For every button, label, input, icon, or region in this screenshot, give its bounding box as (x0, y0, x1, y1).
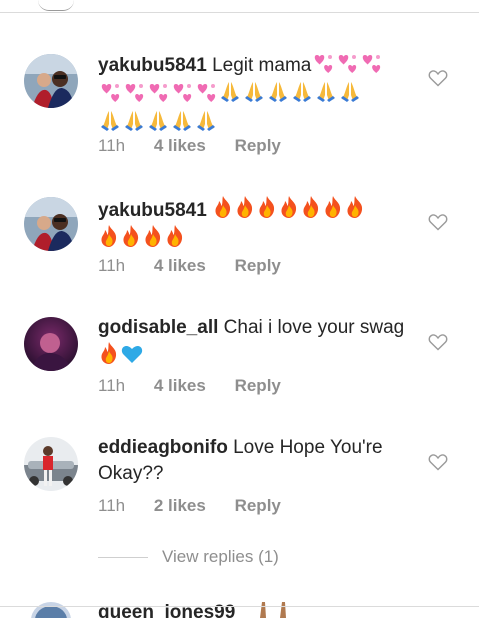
fire-emoji-icon (237, 196, 253, 218)
fire-emoji-icon (101, 225, 117, 247)
comment-likes[interactable]: 4 likes (154, 376, 206, 395)
fire-emoji-icon (215, 196, 231, 218)
comment-text: yakubu5841 Legit mama (98, 52, 418, 137)
avatar[interactable] (30, 600, 72, 618)
blue-heart-emoji-icon (121, 346, 143, 363)
pray-emoji-icon (221, 82, 239, 102)
emoji-row (98, 111, 218, 134)
view-replies-label[interactable]: View replies (1) (162, 547, 279, 567)
pray-emoji-icon (293, 82, 311, 102)
comment-likes[interactable]: 2 likes (154, 496, 206, 515)
hearts-emoji-icon (149, 84, 168, 102)
comment-text: yakubu5841 (98, 195, 418, 253)
pray-emoji-icon (317, 82, 335, 102)
comment-text: eddieagbonifo Love Hope You're Okay?? (98, 435, 418, 487)
comment-text: godisable_all Chai i love your swag (98, 315, 418, 370)
comment-username[interactable]: yakubu5841 (98, 55, 207, 76)
comment-time: 11h (98, 256, 126, 275)
reply-button[interactable]: Reply (235, 496, 281, 515)
comment-time: 11h (98, 496, 126, 515)
pray-emoji-icon (197, 111, 215, 131)
hearts-emoji-icon (363, 55, 381, 73)
hearts-emoji-icon (101, 84, 120, 102)
fire-emoji-icon (281, 196, 297, 218)
hearts-emoji-icon (315, 55, 333, 73)
fire-emoji-icon (123, 225, 139, 247)
avatar[interactable] (24, 197, 78, 251)
comment-username[interactable]: eddieagbonifo (98, 437, 228, 458)
hearts-emoji-icon (197, 84, 216, 102)
comment-body: Chai i love your swag (223, 317, 405, 338)
hearts-emoji-icon (339, 55, 357, 73)
replies-divider (98, 557, 148, 558)
pray-emoji-icon (341, 82, 359, 102)
reply-button[interactable]: Reply (235, 376, 281, 395)
hearts-emoji-icon (125, 84, 144, 102)
reply-button[interactable]: Reply (235, 136, 281, 155)
emoji-row (311, 55, 383, 76)
heart-outline-icon[interactable] (428, 69, 448, 87)
pray-emoji-icon (260, 602, 286, 618)
bottom-divider (0, 606, 479, 607)
fire-emoji-icon (325, 196, 341, 218)
comment-username[interactable]: godisable_all (98, 317, 218, 338)
avatar[interactable] (24, 317, 78, 371)
fire-emoji-icon (303, 196, 319, 218)
comment-likes[interactable]: 4 likes (154, 136, 206, 155)
avatar[interactable] (24, 437, 78, 491)
emoji-row (98, 225, 186, 250)
comment-username[interactable]: yakubu5841 (98, 200, 207, 221)
view-replies[interactable]: View replies (1) (98, 547, 398, 567)
previous-avatar-edge (38, 0, 74, 11)
comment-body: Legit mama (212, 55, 312, 76)
pray-emoji-icon (245, 82, 263, 102)
fire-emoji-icon (145, 225, 161, 247)
comment-meta: 11h 4 likes Reply (98, 136, 305, 156)
heart-outline-icon[interactable] (428, 453, 448, 471)
comment-likes[interactable]: 4 likes (154, 256, 206, 275)
heart-outline-icon[interactable] (428, 333, 448, 351)
pray-emoji-icon (101, 111, 119, 131)
comment-meta: 11h 4 likes Reply (98, 376, 305, 396)
next-comment-partial: queen_jones99 (0, 598, 479, 618)
fire-emoji-icon (259, 196, 275, 218)
emoji-row (98, 82, 362, 105)
heart-outline-icon[interactable] (428, 213, 448, 231)
comment-username[interactable]: queen_jones99 (98, 602, 235, 618)
fire-emoji-icon (347, 196, 363, 218)
comment-time: 11h (98, 136, 126, 155)
comment-meta: 11h 4 likes Reply (98, 256, 305, 276)
reply-button[interactable]: Reply (235, 256, 281, 275)
comment-meta: 11h 2 likes Reply (98, 496, 305, 516)
emoji-row (98, 342, 144, 367)
emoji-row (212, 196, 366, 221)
hearts-emoji-icon (173, 84, 192, 102)
fire-emoji-icon (101, 342, 117, 364)
comment-time: 11h (98, 376, 126, 395)
pray-emoji-icon (269, 82, 287, 102)
pray-emoji-icon (149, 111, 167, 131)
avatar[interactable] (24, 54, 78, 108)
pray-emoji-icon (125, 111, 143, 131)
fire-emoji-icon (167, 225, 183, 247)
pray-emoji-icon (173, 111, 191, 131)
